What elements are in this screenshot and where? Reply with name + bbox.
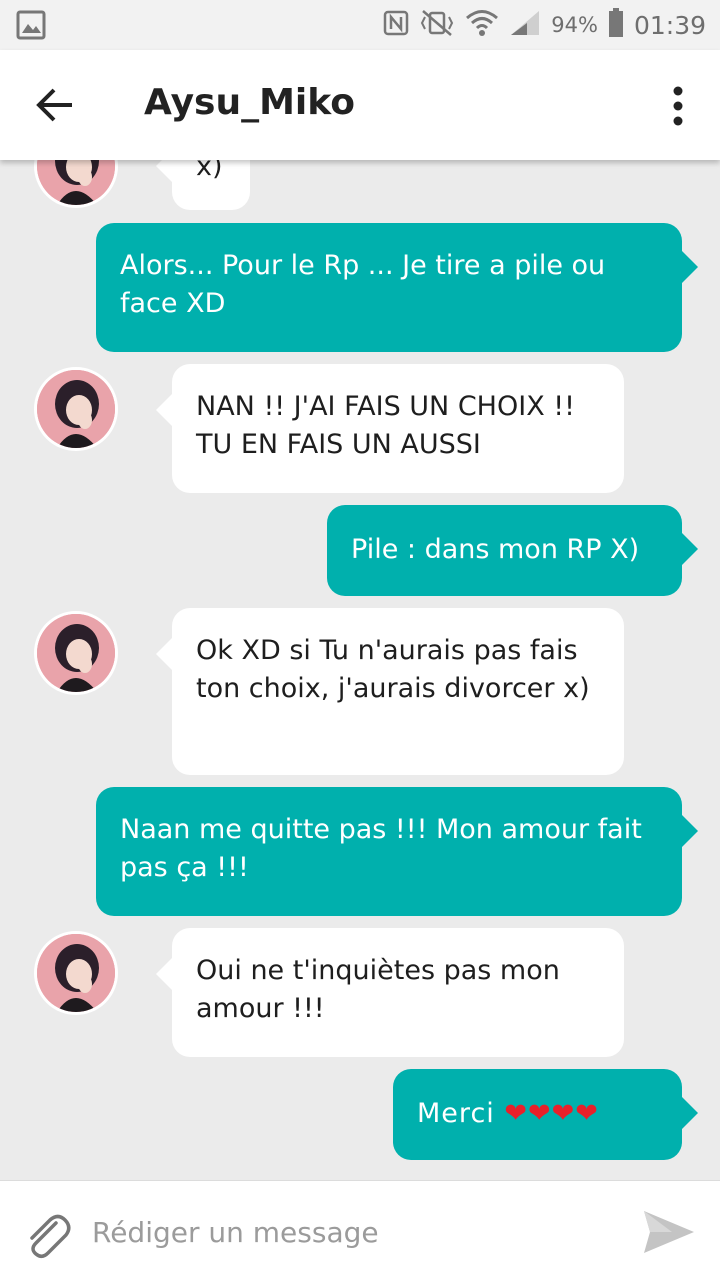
contact-avatar[interactable] (34, 367, 118, 451)
message-text: x) (196, 160, 223, 182)
conversation-title: Aysu_Miko (144, 82, 355, 123)
message-bubble-received: Ok XD si Tu n'aurais pas fais ton choix,… (156, 608, 624, 775)
message-bubble-sent: Alors... Pour le Rp ... Je tire a pile o… (96, 223, 698, 352)
message-composer (0, 1180, 720, 1281)
message-text: Pile : dans mon RP X) (351, 534, 640, 565)
wifi-icon (465, 8, 499, 42)
message-bubble-sent: Naan me quitte pas !!! Mon amour fait pa… (96, 787, 698, 916)
more-options-icon[interactable] (672, 86, 684, 126)
message-text: Oui ne t'inquiètes pas mon amour !!! (196, 955, 560, 1024)
message-input[interactable] (90, 1207, 614, 1257)
clock: 01:39 (633, 10, 706, 40)
status-bar: 94% 01:39 (0, 0, 720, 50)
attachment-icon[interactable] (22, 1209, 72, 1259)
message-bubble-sent: Pile : dans mon RP X) (327, 505, 698, 596)
message-bubble-received: Oui ne t'inquiètes pas mon amour !!! (156, 928, 624, 1057)
contact-avatar[interactable] (34, 611, 118, 695)
message-list[interactable]: x) Alors... Pour le Rp ... Je tire a pil… (0, 160, 720, 1180)
message-text: NAN !! J'AI FAIS UN CHOIX !! TU EN FAIS … (196, 391, 575, 460)
message-text: Naan me quitte pas !!! Mon amour fait pa… (120, 814, 642, 883)
vibrate-icon (419, 9, 455, 41)
battery-percent: 94% (551, 13, 598, 37)
back-arrow-icon[interactable] (34, 84, 76, 126)
chat-header: Aysu_Miko (0, 50, 720, 160)
message-text: Merci ❤❤❤❤ (417, 1098, 599, 1129)
battery-icon (608, 8, 624, 42)
send-icon[interactable] (642, 1205, 696, 1259)
message-bubble-sent: Merci ❤❤❤❤ (393, 1069, 698, 1160)
signal-icon (509, 9, 541, 41)
message-text: Ok XD si Tu n'aurais pas fais ton choix,… (196, 635, 590, 704)
gallery-notification-icon (16, 10, 46, 44)
nfc-icon (383, 10, 409, 40)
message-text: Alors... Pour le Rp ... Je tire a pile o… (120, 250, 606, 319)
message-bubble-received: NAN !! J'AI FAIS UN CHOIX !! TU EN FAIS … (156, 364, 624, 493)
message-bubble-received: x) (156, 160, 250, 210)
contact-avatar[interactable] (34, 931, 118, 1015)
contact-avatar[interactable] (34, 160, 118, 208)
